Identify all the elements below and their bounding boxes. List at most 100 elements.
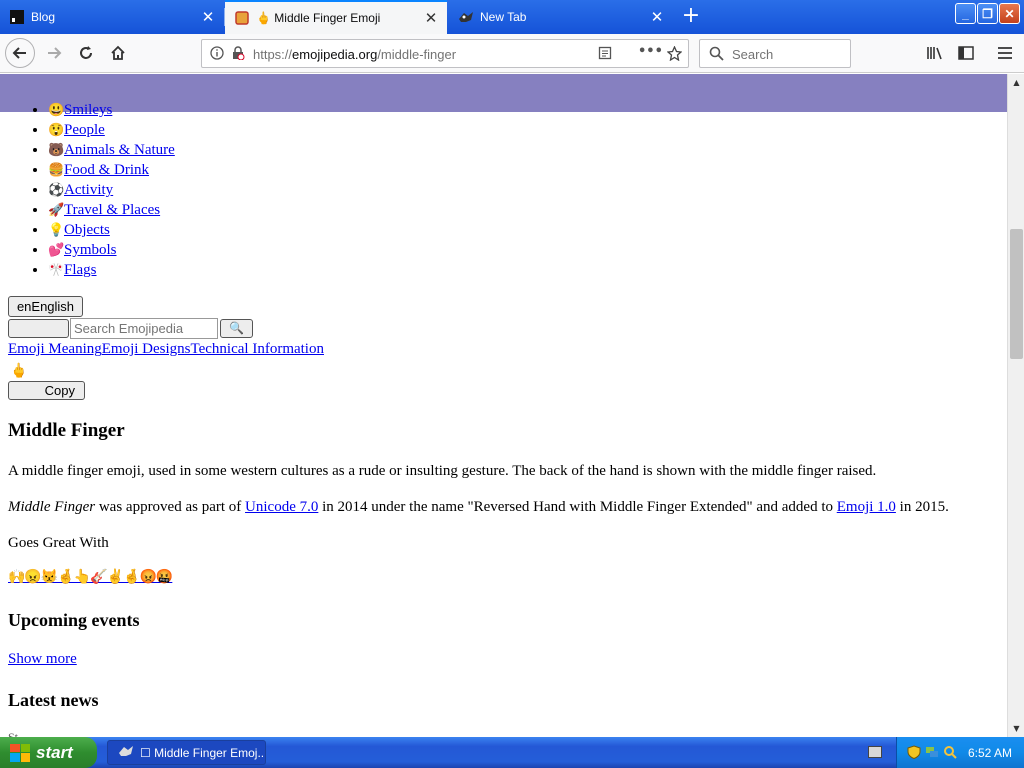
category-item-smileys[interactable]: 😃Smileys	[48, 100, 175, 120]
light-bulb-emoji-icon: 💡	[48, 222, 65, 237]
firefox-favicon-icon	[458, 9, 474, 25]
approval-text: was approved as part of	[95, 499, 246, 515]
smileys-emoji-icon: 😃	[48, 102, 65, 117]
scrollbar-thumb[interactable]	[1010, 229, 1023, 359]
category-item-objects[interactable]: 💡Objects	[48, 220, 175, 240]
category-item-people[interactable]: 😲People	[48, 120, 175, 140]
back-arrow-icon[interactable]	[5, 38, 35, 68]
hamburger-menu-icon[interactable]	[991, 39, 1019, 67]
search-bar[interactable]: Search	[699, 39, 851, 68]
firefox-app-icon	[118, 744, 134, 761]
goes-great-with-emoji-link[interactable]: 🙌😠😾🤞👆🎸✌🤞😡🤬	[8, 569, 173, 586]
url-bar[interactable]: https://emojipedia.org/middle-finger •••	[201, 39, 689, 68]
reader-view-icon[interactable]	[598, 46, 612, 64]
category-item-animals-nature[interactable]: 🐻Animals & Nature	[48, 140, 175, 160]
tab-new-tab[interactable]: New Tab ✕	[449, 1, 673, 33]
bear-emoji-icon: 🐻	[48, 142, 65, 157]
magnifier-icon: 🔍	[229, 321, 244, 335]
category-label: Symbols	[64, 242, 117, 258]
approval-text: in 2014 under the name "Reversed Hand wi…	[318, 499, 837, 515]
info-icon[interactable]	[210, 46, 224, 64]
news-item-partial: St	[8, 730, 19, 737]
search-tray-icon[interactable]	[943, 745, 957, 759]
url-scheme: https://	[253, 47, 293, 62]
tab-emoji-meaning[interactable]: Emoji Meaning	[8, 341, 102, 357]
restore-window-button[interactable]: ❐	[977, 3, 998, 24]
copy-button[interactable]: Copy	[8, 381, 85, 400]
url-path: /middle-finger	[377, 47, 457, 62]
tab-middle-finger-emoji[interactable]: 🖕 Middle Finger Emoji ✕	[225, 0, 447, 34]
url-text[interactable]: https://emojipedia.org/middle-finger	[253, 47, 456, 62]
category-item-food-drink[interactable]: 🍔Food & Drink	[48, 160, 175, 180]
navigation-toolbar: https://emojipedia.org/middle-finger •••…	[0, 34, 1024, 73]
clock: 6:52 AM	[967, 746, 1012, 760]
middle-finger-emoji-icon: 🖕	[10, 364, 28, 379]
system-tray: 6:52 AM	[896, 737, 1024, 768]
category-label: Food & Drink	[64, 162, 150, 178]
close-tab-icon[interactable]: ✕	[649, 9, 665, 26]
tab-blog[interactable]: Blog ✕	[0, 1, 224, 33]
security-shield-icon[interactable]	[907, 745, 921, 760]
unicode-version-link[interactable]: Unicode 7.0	[245, 499, 318, 515]
hearts-emoji-icon: 💕	[48, 242, 65, 257]
scroll-up-arrow-icon[interactable]: ▲	[1009, 75, 1024, 90]
category-label: Travel & Places	[64, 202, 161, 218]
network-icon[interactable]	[925, 745, 939, 759]
forward-arrow-icon[interactable]	[40, 39, 68, 67]
approval-info: Middle Finger was approved as part of Un…	[8, 499, 949, 516]
minimize-window-button[interactable]: _	[955, 3, 976, 24]
keyboard-layout-icon[interactable]	[868, 746, 882, 758]
home-icon[interactable]	[104, 39, 132, 67]
approval-text: in 2015.	[895, 499, 949, 515]
close-tab-icon[interactable]: ✕	[200, 9, 216, 26]
soccer-ball-emoji-icon: ⚽	[48, 182, 65, 197]
category-label: People	[64, 122, 105, 138]
category-label: Activity	[64, 182, 114, 198]
tab-title: Blog	[31, 10, 56, 24]
upcoming-events-heading: Upcoming events	[8, 610, 140, 630]
library-icon[interactable]	[921, 39, 949, 67]
emojipedia-favicon-icon	[234, 10, 250, 26]
windows-logo-icon	[10, 743, 30, 762]
search-icon	[709, 46, 724, 64]
page-title: Middle Finger	[8, 420, 125, 441]
category-item-travel-places[interactable]: 🚀Travel & Places	[48, 200, 175, 220]
category-label: Smileys	[64, 102, 113, 118]
tab-emoji-designs[interactable]: Emoji Designs	[102, 341, 191, 357]
category-item-flags[interactable]: 🎌Flags	[48, 260, 175, 280]
lock-icon[interactable]	[231, 46, 245, 64]
taskbar-window-button[interactable]: ☐ Middle Finger Emoj...	[107, 740, 266, 765]
category-list: 😃Smileys 😲People 🐻Animals & Nature 🍔Food…	[48, 100, 175, 280]
burger-emoji-icon: 🍔	[48, 162, 65, 177]
sidebar-toggle-icon[interactable]	[952, 39, 980, 67]
show-more-link[interactable]: Show more	[8, 651, 77, 668]
page-viewport: 😃Smileys 😲People 🐻Animals & Nature 🍔Food…	[0, 74, 1007, 737]
search-submit-button[interactable]: 🔍	[220, 319, 253, 338]
page-actions-icon[interactable]: •••	[638, 44, 663, 59]
category-item-symbols[interactable]: 💕Symbols	[48, 240, 175, 260]
start-button[interactable]: start	[0, 737, 97, 768]
emoji-nav-tabs: Emoji MeaningEmoji DesignsTechnical Info…	[8, 341, 324, 358]
tab-title: 🖕 Middle Finger Emoji	[256, 11, 381, 25]
url-host: emojipedia.org	[292, 47, 378, 62]
close-window-button[interactable]: ✕	[999, 3, 1020, 24]
blog-favicon-icon	[9, 9, 25, 25]
rocket-emoji-icon: 🚀	[48, 202, 65, 217]
close-tab-icon[interactable]: ✕	[423, 10, 439, 27]
vertical-scrollbar[interactable]: ▲ ▼	[1007, 74, 1024, 737]
emojipedia-search-input[interactable]	[70, 318, 218, 339]
latest-news-heading: Latest news	[8, 690, 99, 710]
taskbar-window-title: ☐ Middle Finger Emoj...	[140, 745, 266, 760]
tab-strip: Blog ✕ 🖕 Middle Finger Emoji ✕ New Tab ✕…	[0, 0, 1024, 34]
emoji-version-link[interactable]: Emoji 1.0	[837, 499, 896, 515]
new-tab-plus-icon[interactable]: +	[679, 5, 703, 29]
search-scope-button[interactable]	[8, 319, 69, 338]
search-placeholder: Search	[732, 47, 774, 62]
tab-technical-information[interactable]: Technical Information	[191, 341, 324, 357]
scroll-down-arrow-icon[interactable]: ▼	[1009, 721, 1024, 736]
reload-icon[interactable]	[72, 39, 100, 67]
bookmark-star-icon[interactable]	[666, 45, 683, 65]
language-button[interactable]: enEnglish	[8, 296, 83, 317]
emoji-description: A middle finger emoji, used in some west…	[8, 463, 877, 479]
category-item-activity[interactable]: ⚽Activity	[48, 180, 175, 200]
